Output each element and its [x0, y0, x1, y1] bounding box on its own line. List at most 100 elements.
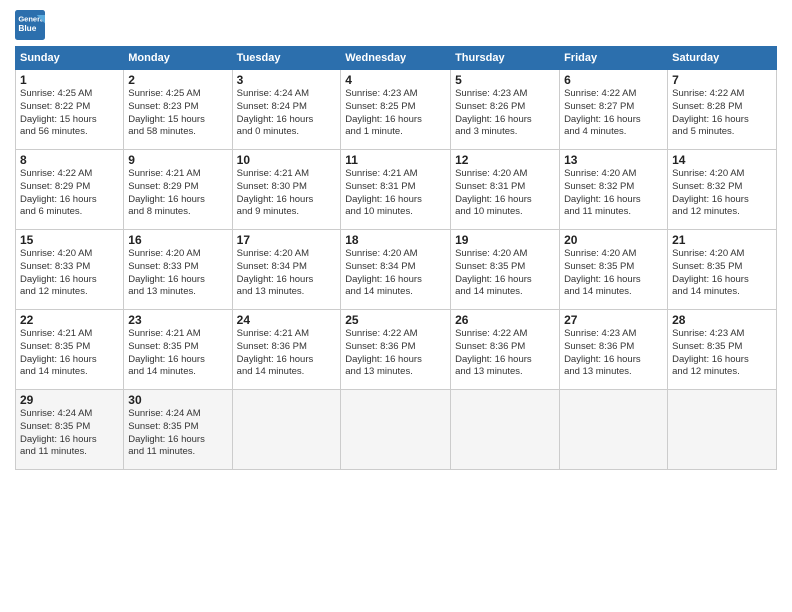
- day-number: 29: [20, 393, 119, 407]
- calendar-body: 1Sunrise: 4:25 AMSunset: 8:22 PMDaylight…: [16, 70, 777, 470]
- svg-text:Blue: Blue: [18, 23, 36, 33]
- calendar-cell: 8Sunrise: 4:22 AMSunset: 8:29 PMDaylight…: [16, 150, 124, 230]
- day-info: Sunrise: 4:24 AMSunset: 8:35 PMDaylight:…: [20, 408, 119, 459]
- calendar-cell: 13Sunrise: 4:20 AMSunset: 8:32 PMDayligh…: [560, 150, 668, 230]
- day-number: 8: [20, 153, 119, 167]
- day-info: Sunrise: 4:21 AMSunset: 8:29 PMDaylight:…: [128, 168, 227, 219]
- day-info: Sunrise: 4:22 AMSunset: 8:28 PMDaylight:…: [672, 88, 772, 139]
- day-info: Sunrise: 4:21 AMSunset: 8:30 PMDaylight:…: [237, 168, 337, 219]
- day-number: 15: [20, 233, 119, 247]
- day-number: 9: [128, 153, 227, 167]
- day-number: 11: [345, 153, 446, 167]
- dow-header: Sunday: [16, 47, 124, 70]
- calendar-cell: [232, 390, 341, 470]
- day-number: 10: [237, 153, 337, 167]
- day-number: 26: [455, 313, 555, 327]
- day-info: Sunrise: 4:23 AMSunset: 8:36 PMDaylight:…: [564, 328, 663, 379]
- day-info: Sunrise: 4:25 AMSunset: 8:23 PMDaylight:…: [128, 88, 227, 139]
- day-info: Sunrise: 4:22 AMSunset: 8:36 PMDaylight:…: [345, 328, 446, 379]
- day-number: 2: [128, 73, 227, 87]
- day-info: Sunrise: 4:23 AMSunset: 8:26 PMDaylight:…: [455, 88, 555, 139]
- calendar-cell: 7Sunrise: 4:22 AMSunset: 8:28 PMDaylight…: [668, 70, 777, 150]
- day-number: 19: [455, 233, 555, 247]
- day-number: 13: [564, 153, 663, 167]
- day-info: Sunrise: 4:20 AMSunset: 8:32 PMDaylight:…: [672, 168, 772, 219]
- calendar-cell: 6Sunrise: 4:22 AMSunset: 8:27 PMDaylight…: [560, 70, 668, 150]
- dow-header: Wednesday: [341, 47, 451, 70]
- calendar-cell: 11Sunrise: 4:21 AMSunset: 8:31 PMDayligh…: [341, 150, 451, 230]
- calendar-cell: [560, 390, 668, 470]
- calendar-cell: 21Sunrise: 4:20 AMSunset: 8:35 PMDayligh…: [668, 230, 777, 310]
- day-number: 21: [672, 233, 772, 247]
- day-number: 22: [20, 313, 119, 327]
- day-info: Sunrise: 4:20 AMSunset: 8:35 PMDaylight:…: [672, 248, 772, 299]
- calendar-cell: 16Sunrise: 4:20 AMSunset: 8:33 PMDayligh…: [124, 230, 232, 310]
- day-number: 30: [128, 393, 227, 407]
- day-number: 12: [455, 153, 555, 167]
- calendar-week-row: 22Sunrise: 4:21 AMSunset: 8:35 PMDayligh…: [16, 310, 777, 390]
- header: General Blue: [15, 10, 777, 40]
- calendar-cell: 3Sunrise: 4:24 AMSunset: 8:24 PMDaylight…: [232, 70, 341, 150]
- day-number: 6: [564, 73, 663, 87]
- calendar-cell: [451, 390, 560, 470]
- dow-header: Saturday: [668, 47, 777, 70]
- calendar-cell: 23Sunrise: 4:21 AMSunset: 8:35 PMDayligh…: [124, 310, 232, 390]
- calendar-cell: [668, 390, 777, 470]
- calendar-cell: 20Sunrise: 4:20 AMSunset: 8:35 PMDayligh…: [560, 230, 668, 310]
- day-number: 7: [672, 73, 772, 87]
- dow-header: Tuesday: [232, 47, 341, 70]
- day-number: 4: [345, 73, 446, 87]
- day-number: 5: [455, 73, 555, 87]
- day-info: Sunrise: 4:24 AMSunset: 8:35 PMDaylight:…: [128, 408, 227, 459]
- day-info: Sunrise: 4:21 AMSunset: 8:35 PMDaylight:…: [128, 328, 227, 379]
- day-info: Sunrise: 4:20 AMSunset: 8:34 PMDaylight:…: [237, 248, 337, 299]
- calendar-cell: 25Sunrise: 4:22 AMSunset: 8:36 PMDayligh…: [341, 310, 451, 390]
- logo-icon: General Blue: [15, 10, 45, 40]
- calendar-cell: 22Sunrise: 4:21 AMSunset: 8:35 PMDayligh…: [16, 310, 124, 390]
- day-info: Sunrise: 4:20 AMSunset: 8:32 PMDaylight:…: [564, 168, 663, 219]
- day-info: Sunrise: 4:22 AMSunset: 8:27 PMDaylight:…: [564, 88, 663, 139]
- day-info: Sunrise: 4:24 AMSunset: 8:24 PMDaylight:…: [237, 88, 337, 139]
- day-number: 18: [345, 233, 446, 247]
- calendar-cell: 9Sunrise: 4:21 AMSunset: 8:29 PMDaylight…: [124, 150, 232, 230]
- day-info: Sunrise: 4:21 AMSunset: 8:35 PMDaylight:…: [20, 328, 119, 379]
- calendar-cell: 30Sunrise: 4:24 AMSunset: 8:35 PMDayligh…: [124, 390, 232, 470]
- calendar-cell: 5Sunrise: 4:23 AMSunset: 8:26 PMDaylight…: [451, 70, 560, 150]
- day-info: Sunrise: 4:22 AMSunset: 8:36 PMDaylight:…: [455, 328, 555, 379]
- calendar-cell: 17Sunrise: 4:20 AMSunset: 8:34 PMDayligh…: [232, 230, 341, 310]
- day-info: Sunrise: 4:20 AMSunset: 8:33 PMDaylight:…: [128, 248, 227, 299]
- calendar-cell: 10Sunrise: 4:21 AMSunset: 8:30 PMDayligh…: [232, 150, 341, 230]
- calendar-cell: 4Sunrise: 4:23 AMSunset: 8:25 PMDaylight…: [341, 70, 451, 150]
- calendar-cell: 29Sunrise: 4:24 AMSunset: 8:35 PMDayligh…: [16, 390, 124, 470]
- calendar-table: SundayMondayTuesdayWednesdayThursdayFrid…: [15, 46, 777, 470]
- calendar-cell: 1Sunrise: 4:25 AMSunset: 8:22 PMDaylight…: [16, 70, 124, 150]
- day-number: 17: [237, 233, 337, 247]
- day-number: 16: [128, 233, 227, 247]
- calendar-cell: 15Sunrise: 4:20 AMSunset: 8:33 PMDayligh…: [16, 230, 124, 310]
- day-info: Sunrise: 4:20 AMSunset: 8:35 PMDaylight:…: [455, 248, 555, 299]
- calendar-cell: 27Sunrise: 4:23 AMSunset: 8:36 PMDayligh…: [560, 310, 668, 390]
- day-number: 27: [564, 313, 663, 327]
- day-number: 28: [672, 313, 772, 327]
- day-info: Sunrise: 4:21 AMSunset: 8:31 PMDaylight:…: [345, 168, 446, 219]
- day-info: Sunrise: 4:20 AMSunset: 8:35 PMDaylight:…: [564, 248, 663, 299]
- day-info: Sunrise: 4:22 AMSunset: 8:29 PMDaylight:…: [20, 168, 119, 219]
- calendar-cell: 28Sunrise: 4:23 AMSunset: 8:35 PMDayligh…: [668, 310, 777, 390]
- day-info: Sunrise: 4:20 AMSunset: 8:33 PMDaylight:…: [20, 248, 119, 299]
- day-info: Sunrise: 4:20 AMSunset: 8:34 PMDaylight:…: [345, 248, 446, 299]
- dow-header: Friday: [560, 47, 668, 70]
- dow-header: Thursday: [451, 47, 560, 70]
- calendar-cell: 19Sunrise: 4:20 AMSunset: 8:35 PMDayligh…: [451, 230, 560, 310]
- day-of-week-row: SundayMondayTuesdayWednesdayThursdayFrid…: [16, 47, 777, 70]
- day-info: Sunrise: 4:23 AMSunset: 8:25 PMDaylight:…: [345, 88, 446, 139]
- day-info: Sunrise: 4:25 AMSunset: 8:22 PMDaylight:…: [20, 88, 119, 139]
- day-number: 3: [237, 73, 337, 87]
- calendar-cell: 24Sunrise: 4:21 AMSunset: 8:36 PMDayligh…: [232, 310, 341, 390]
- day-info: Sunrise: 4:21 AMSunset: 8:36 PMDaylight:…: [237, 328, 337, 379]
- calendar-cell: 26Sunrise: 4:22 AMSunset: 8:36 PMDayligh…: [451, 310, 560, 390]
- day-number: 25: [345, 313, 446, 327]
- calendar-cell: [341, 390, 451, 470]
- day-number: 20: [564, 233, 663, 247]
- calendar-week-row: 8Sunrise: 4:22 AMSunset: 8:29 PMDaylight…: [16, 150, 777, 230]
- day-number: 24: [237, 313, 337, 327]
